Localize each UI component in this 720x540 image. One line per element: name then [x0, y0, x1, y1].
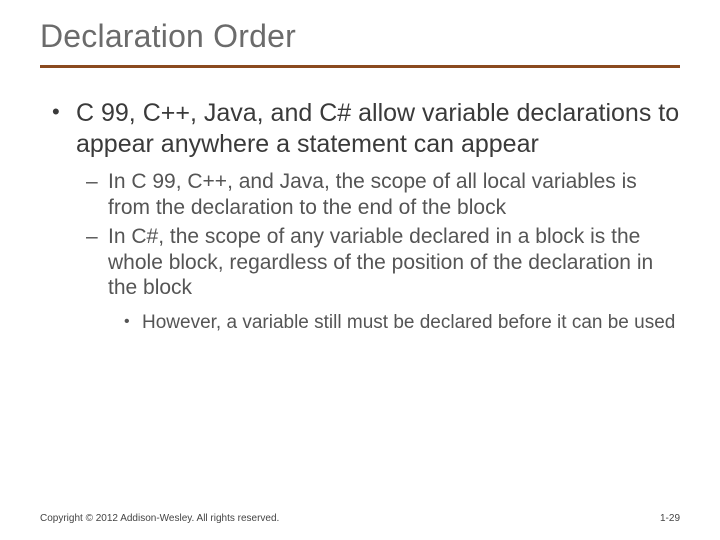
bullet-l3-text: However, a variable still must be declar…	[142, 312, 675, 333]
bullet-list-level1: C 99, C++, Java, and C# allow variable d…	[48, 98, 680, 334]
copyright-text: Copyright © 2012 Addison-Wesley. All rig…	[40, 513, 279, 524]
page-number: 1-29	[660, 513, 680, 524]
bullet-l1-text: C 99, C++, Java, and C# allow variable d…	[76, 99, 679, 158]
bullet-l2: In C 99, C++, and Java, the scope of all…	[86, 169, 680, 220]
title-underline	[40, 65, 680, 68]
bullet-l2: In C#, the scope of any variable declare…	[86, 224, 680, 334]
slide: Declaration Order C 99, C++, Java, and C…	[0, 0, 720, 540]
slide-title: Declaration Order	[40, 18, 680, 55]
bullet-l2-text: In C#, the scope of any variable declare…	[108, 225, 653, 299]
bullet-l3: However, a variable still must be declar…	[122, 311, 680, 334]
bullet-l2-text: In C 99, C++, and Java, the scope of all…	[108, 170, 637, 219]
bullet-list-level2: In C 99, C++, and Java, the scope of all…	[86, 169, 680, 334]
bullet-list-level3: However, a variable still must be declar…	[122, 311, 680, 334]
bullet-l1: C 99, C++, Java, and C# allow variable d…	[48, 98, 680, 334]
footer: Copyright © 2012 Addison-Wesley. All rig…	[40, 513, 680, 524]
